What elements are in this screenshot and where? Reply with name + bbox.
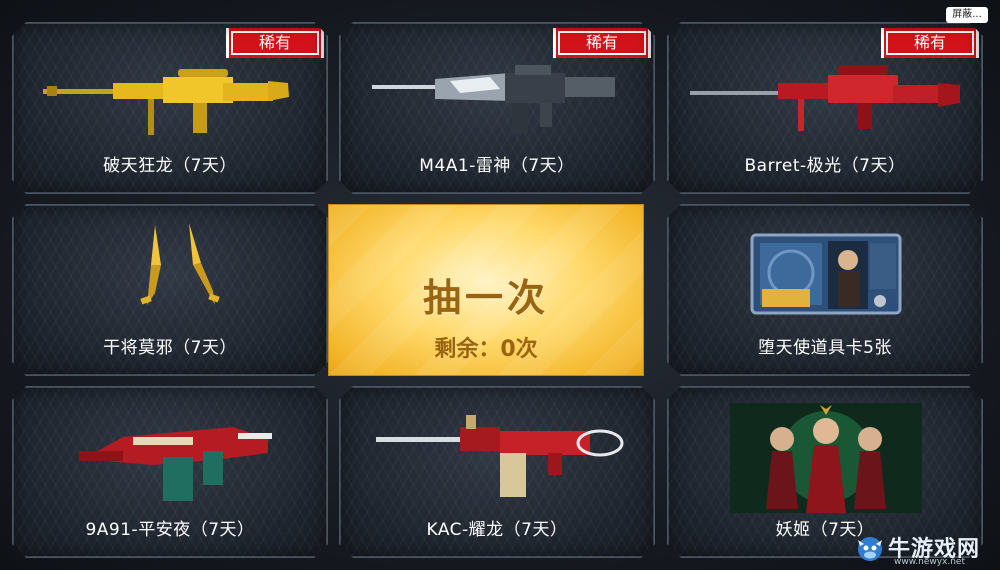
- draw-once-button[interactable]: 抽一次 剩余：0次: [328, 204, 644, 376]
- site-watermark: 牛游戏网 www.newyx.net: [854, 528, 994, 568]
- prize-name: 破天狂龙（7天）: [103, 156, 237, 176]
- prize-cell-3[interactable]: 稀有 Barret-极光（7天）: [667, 22, 983, 194]
- prize-cell-1[interactable]: 稀有 破天狂龙（7天）: [12, 22, 328, 194]
- prize-cell-7[interactable]: KAC-耀龙（7天）: [339, 386, 655, 558]
- draw-title: 抽一次: [422, 276, 549, 320]
- item-card-icon: [668, 205, 984, 340]
- draw-remaining: 剩余：0次: [434, 337, 538, 362]
- prize-name: Barret-极光（7天）: [744, 156, 906, 176]
- prize-name: 堕天使道具卡5张: [758, 338, 892, 358]
- character-portrait-icon: [668, 387, 984, 522]
- cow-logo-icon: [858, 537, 882, 561]
- prize-cell-2[interactable]: 稀有 M4A1-雷神（7天）: [339, 22, 655, 194]
- twin-daggers-icon: [13, 205, 329, 340]
- prize-name: 9A91-平安夜（7天）: [85, 520, 255, 540]
- machine-gun-icon: [340, 387, 656, 522]
- rare-badge: 稀有: [886, 31, 974, 55]
- prize-cell-6[interactable]: 9A91-平安夜（7天）: [12, 386, 328, 558]
- prize-grid: 稀有 破天狂龙（7天） 稀有 M4A1-雷神（7天） 稀有 Barret-极光（…: [0, 0, 1000, 570]
- prize-cell-4[interactable]: 干将莫邪（7天）: [12, 204, 328, 376]
- watermark-url: www.newyx.net: [894, 557, 966, 567]
- prize-name: M4A1-雷神（7天）: [419, 156, 575, 176]
- rare-badge: 稀有: [558, 31, 646, 55]
- corner-button[interactable]: 屏蔽...: [946, 7, 988, 23]
- rare-badge: 稀有: [231, 31, 319, 55]
- prize-name: 干将莫邪（7天）: [103, 338, 237, 358]
- christmas-rifle-icon: [13, 387, 329, 522]
- prize-cell-5[interactable]: 堕天使道具卡5张: [667, 204, 983, 376]
- prize-name: KAC-耀龙（7天）: [426, 520, 568, 540]
